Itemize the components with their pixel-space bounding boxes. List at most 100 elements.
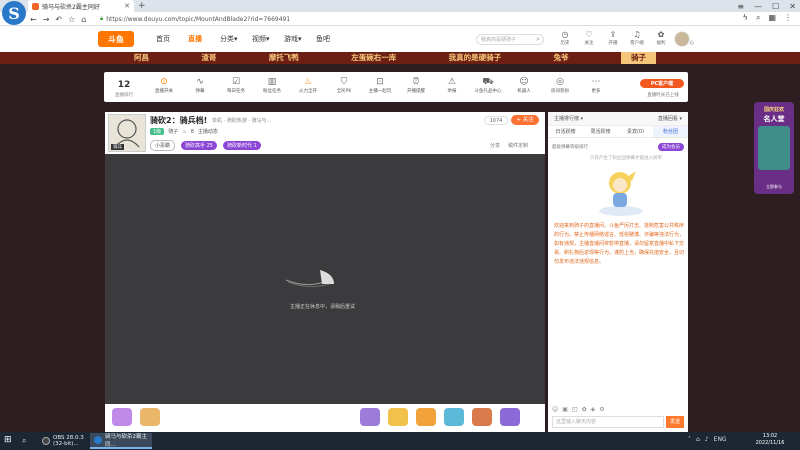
video-status-text: 主播正在休息中，请稍后重试	[290, 304, 356, 310]
gift-item-icon[interactable]	[500, 408, 520, 426]
taskbar-search-icon[interactable]: ⌕	[22, 436, 26, 446]
fan-badge-icon[interactable]: ◈	[591, 406, 596, 413]
streamer-avatar[interactable]: 骑兵	[108, 114, 146, 152]
toolbar-item[interactable]: ◎ 房间装扮	[542, 76, 578, 94]
undo-icon[interactable]: ↶	[55, 15, 62, 24]
home-icon[interactable]: ⌂	[81, 15, 86, 24]
douyu-logo[interactable]: 斗鱼	[98, 31, 134, 47]
tag-pill[interactable]: 骑砍新时代 1	[222, 141, 261, 150]
nav-games[interactable]: 游戏▾	[284, 34, 316, 44]
lightning-icon[interactable]: ϟ	[743, 13, 748, 23]
go-live-button[interactable]: ⇪ 开播	[604, 30, 622, 46]
toolbar-item[interactable]: ☑ 每日任务	[218, 76, 254, 94]
back-icon[interactable]: ←	[30, 15, 37, 24]
windows-start-icon[interactable]: ⊞	[4, 435, 12, 445]
nav-live[interactable]: 直播	[188, 34, 220, 44]
toolbar-item[interactable]: ⏰︎ 开播提醒	[398, 76, 434, 94]
category-link[interactable]: 兔爷	[554, 52, 569, 64]
anchor-rank-dropdown[interactable]: 主播排行榜 ▾	[554, 115, 583, 122]
toolbar-item[interactable]: ⚠ 举报	[434, 76, 470, 94]
toolbar-item[interactable]: ⛟ 斗鱼礼品中心	[470, 76, 506, 94]
browser-tab[interactable]: 骑马与砍杀2霸主同好 ✕	[28, 0, 134, 12]
grid-icon[interactable]: ▦	[768, 13, 776, 23]
follow-button[interactable]: + 关注	[511, 115, 539, 125]
close-tab-icon[interactable]: ✕	[124, 2, 130, 10]
toolbar-item[interactable]: ⊡ 主播一起玩	[362, 76, 398, 94]
room-meta[interactable]: 单机 · 骑砍热游 · 骑马与...	[212, 117, 271, 124]
url-field[interactable]: 🔒︎ https://www.douyu.com/topic/MountAndB…	[100, 14, 720, 24]
network-icon[interactable]: ⌂	[696, 436, 700, 443]
client-button[interactable]: ♫ 客户端	[628, 30, 646, 46]
settings-icon[interactable]: ⚙	[599, 406, 604, 413]
toolbar-item[interactable]: ▥ 粉丝任务	[254, 76, 290, 94]
toolbar-item[interactable]: ⛉ 全民PK	[326, 76, 362, 94]
gift-item-icon[interactable]	[140, 408, 160, 426]
image-icon[interactable]: ▣	[562, 406, 568, 413]
gift-item-icon[interactable]	[472, 408, 492, 426]
nav-video[interactable]: 视频▾	[252, 34, 284, 44]
upload-icon: ⇪	[609, 30, 617, 39]
nav-home[interactable]: 首页	[156, 34, 188, 44]
welfare-button[interactable]: ✿ 福利	[652, 30, 670, 46]
pc-client-button[interactable]: PC客户端	[640, 79, 684, 88]
rank-box[interactable]: 12 直播排行	[110, 80, 138, 98]
toolbar-item[interactable]: ♨ 火力全开	[290, 76, 326, 94]
gift-item-icon[interactable]	[444, 408, 464, 426]
minimize-icon[interactable]: —	[754, 2, 762, 11]
toolbar-item[interactable]: ∿ 弹幕	[182, 76, 218, 94]
toolbar-item[interactable]: ☺ 机器人	[506, 76, 542, 94]
language-indicator[interactable]: ENG	[714, 436, 727, 443]
custom-button[interactable]: 稿件定制	[508, 142, 528, 149]
nav-yuba[interactable]: 鱼吧	[316, 34, 348, 44]
taskbar-app-browser[interactable]: 骑马与砍杀2霸主同...	[90, 433, 152, 449]
gift-icon[interactable]: ✿	[582, 406, 587, 413]
category-link-selected[interactable]: 骑子	[620, 52, 656, 64]
category-link[interactable]: 我真的是硬骑子	[449, 52, 502, 64]
category-link[interactable]: 摩托飞鸭	[269, 52, 299, 64]
forward-icon[interactable]: →	[43, 15, 50, 24]
star-icon[interactable]: ☆	[68, 15, 75, 24]
volume-icon[interactable]: ♪	[705, 436, 709, 443]
report-link[interactable]: 主播动态	[198, 128, 218, 135]
chevron-up-icon[interactable]: ˄	[688, 436, 691, 443]
maximize-icon[interactable]: ☐	[772, 2, 779, 11]
category-link[interactable]: 渣哥	[201, 52, 216, 64]
gift-item-icon[interactable]	[360, 408, 380, 426]
site-search-input[interactable]: 我真的是硬骑子 ⌕	[476, 34, 544, 45]
chat-input[interactable]: 这里输入聊天内容	[552, 416, 664, 428]
extensions-icon[interactable]: ⋮	[784, 13, 792, 23]
tab-weekly-rank[interactable]: 周活跃榜	[583, 126, 618, 137]
taskbar-clock[interactable]: 13:02 2022/11/16	[752, 433, 788, 447]
gift-item-icon[interactable]	[112, 408, 132, 426]
taskbar-app-obs[interactable]: OBS 28.0.3 (32-bit)...	[38, 433, 90, 449]
new-tab-icon[interactable]: +	[138, 1, 146, 11]
toolbar-item[interactable]: ⋯ 更多	[578, 76, 614, 94]
bag-icon[interactable]: ◰	[572, 406, 578, 413]
side-promo-banner[interactable]: 国庆狂欢 名人堂 立即参与	[754, 102, 794, 194]
history-button[interactable]: ◷ 历史	[556, 30, 574, 46]
emoji-icon[interactable]: ☺	[552, 406, 558, 413]
menu-icon[interactable]: ≡	[737, 2, 744, 11]
nav-category[interactable]: 分类▾	[220, 34, 252, 44]
browser-logo-icon[interactable]: S	[2, 1, 26, 25]
share-button[interactable]: 分享	[490, 142, 500, 149]
toolbar-item[interactable]: ⊙ 直播开关	[146, 76, 182, 94]
close-window-icon[interactable]: ✕	[789, 2, 796, 11]
tab-vip[interactable]: 贵宾(0)	[618, 126, 653, 137]
replay-dropdown[interactable]: 直播回看 ▾	[658, 115, 682, 122]
category-link[interactable]: 左蛋碗右一库	[351, 52, 396, 64]
tab-daily-rank[interactable]: 日活跃榜	[548, 126, 583, 137]
tab-fans[interactable]: 粉丝团	[653, 126, 688, 137]
search-icon[interactable]: ⌕	[536, 35, 540, 44]
search-icon[interactable]: ⌕	[756, 13, 760, 23]
gift-item-icon[interactable]	[388, 408, 408, 426]
join-member-button[interactable]: 成为会员	[658, 142, 684, 151]
category-link[interactable]: 阿昌	[134, 52, 149, 64]
follow-list-button[interactable]: ♡ 关注	[580, 30, 598, 46]
send-button[interactable]: 发送	[666, 416, 684, 428]
streamer-name[interactable]: 骑子	[168, 128, 178, 135]
avatar[interactable]	[674, 31, 690, 47]
gift-item-icon[interactable]	[416, 408, 436, 426]
tag-pill[interactable]: 小恶霸	[150, 140, 176, 151]
tag-pill[interactable]: 骑砍高手 25	[181, 141, 217, 150]
